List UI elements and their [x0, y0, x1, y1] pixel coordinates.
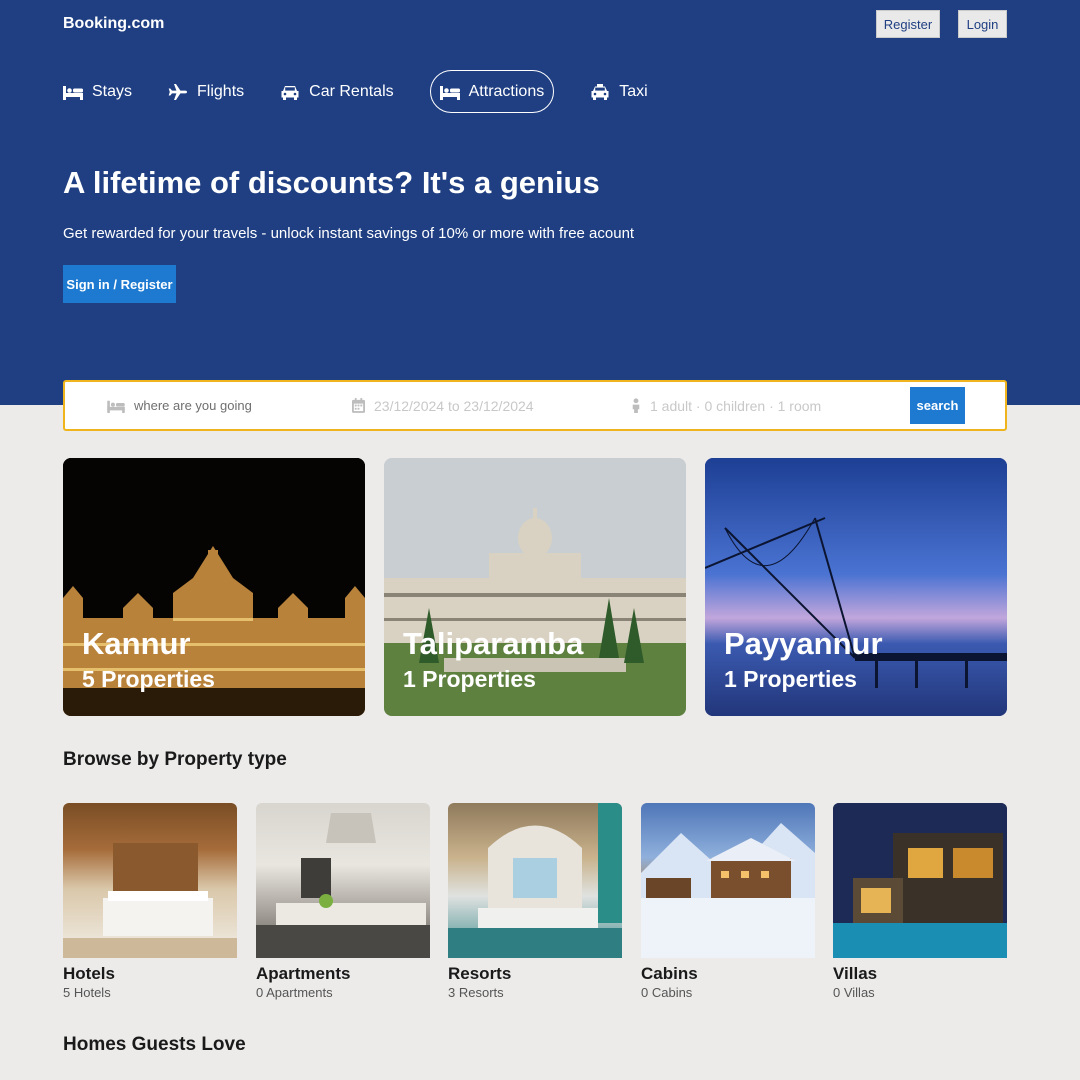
property-type-card[interactable]: Resorts 3 Resorts	[448, 803, 622, 1000]
register-button[interactable]: Register	[876, 10, 940, 38]
homes-guests-love-heading: Homes Guests Love	[63, 1034, 246, 1055]
car-icon	[281, 85, 299, 100]
nav-item-car-rentals[interactable]: Car Rentals	[280, 70, 394, 113]
villa-illustration	[833, 803, 1007, 958]
taxi-icon	[591, 83, 609, 100]
apartment-image	[256, 803, 430, 958]
featured-city-card[interactable]: Kannur 5 Properties	[63, 458, 365, 716]
date-range-field[interactable]: 23/12/2024 to 23/12/2024	[352, 382, 534, 429]
property-type-name: Villas	[833, 964, 878, 983]
login-button[interactable]: Login	[958, 10, 1007, 38]
nav-item-flights[interactable]: Flights	[168, 70, 244, 113]
nav-item-taxi[interactable]: Taxi	[590, 70, 648, 113]
property-type-card[interactable]: Cabins 0 Cabins	[641, 803, 815, 1000]
featured-city-count: 5 Properties	[82, 666, 215, 692]
destination-input[interactable]	[134, 398, 314, 413]
property-type-count: 3 Resorts	[448, 985, 504, 1000]
hero-banner: Booking.com Register Login Stays Flights…	[0, 0, 1080, 405]
property-type-count: 0 Apartments	[256, 985, 333, 1000]
featured-city-name: Payyannur	[724, 626, 883, 661]
search-bar: 23/12/2024 to 23/12/2024 1 adult · 0 chi…	[63, 380, 1007, 431]
nav-item-stays[interactable]: Stays	[63, 70, 132, 113]
property-type-card[interactable]: Hotels 5 Hotels	[63, 803, 237, 1000]
nav-item-label: Stays	[92, 82, 133, 100]
bed-icon	[63, 85, 83, 100]
person-icon	[632, 398, 640, 413]
property-type-name: Hotels	[63, 964, 115, 983]
villa-image	[833, 803, 1007, 958]
featured-city-name: Kannur	[82, 626, 191, 661]
property-type-count: 0 Cabins	[641, 985, 693, 1000]
property-type-name: Cabins	[641, 964, 698, 983]
hero-title: A lifetime of discounts? It's a genius	[63, 165, 600, 200]
bed-icon	[439, 85, 460, 100]
featured-city-count: 1 Properties	[724, 666, 857, 692]
bed-icon	[107, 400, 125, 413]
cabin-image	[641, 803, 815, 958]
main-nav: Stays Flights Car Rentals Attractions Ta…	[63, 70, 684, 113]
property-type-name: Apartments	[256, 964, 351, 983]
date-range-text: 23/12/2024 to 23/12/2024	[374, 397, 534, 414]
guest-options-text: 1 adult · 0 children · 1 room	[650, 397, 822, 414]
calendar-icon	[352, 398, 365, 413]
hotel-image	[63, 803, 237, 958]
bedroom-illustration	[63, 843, 237, 958]
featured-city-card[interactable]: Payyannur 1 Properties	[705, 458, 1007, 716]
guest-options-field[interactable]: 1 adult · 0 children · 1 room	[631, 382, 821, 429]
plane-icon	[168, 83, 188, 100]
featured-city-name: Taliparamba	[403, 626, 584, 661]
cabin-illustration	[641, 823, 815, 958]
destination-field[interactable]	[107, 382, 314, 429]
property-type-count: 5 Hotels	[63, 985, 111, 1000]
property-types-heading: Browse by Property type	[63, 749, 287, 770]
resort-image	[448, 803, 622, 958]
nav-item-label: Flights	[197, 82, 245, 100]
kitchen-illustration	[256, 813, 430, 958]
property-type-count: 0 Villas	[833, 985, 875, 1000]
nav-item-attractions[interactable]: Attractions	[429, 70, 555, 113]
sign-in-register-button[interactable]: Sign in / Register	[63, 265, 176, 303]
search-button[interactable]: search	[910, 387, 965, 424]
property-type-card[interactable]: Villas 0 Villas	[833, 803, 1007, 1000]
featured-city-card[interactable]: Taliparamba 1 Properties	[384, 458, 686, 716]
nav-item-label: Attractions	[468, 82, 545, 100]
resort-room-illustration	[448, 803, 622, 958]
property-type-name: Resorts	[448, 964, 512, 983]
nav-item-label: Taxi	[619, 82, 648, 100]
featured-city-count: 1 Properties	[403, 666, 536, 692]
property-type-card[interactable]: Apartments 0 Apartments	[256, 803, 430, 1000]
hero-subtitle: Get rewarded for your travels - unlock i…	[63, 225, 635, 242]
nav-item-label: Car Rentals	[309, 82, 394, 100]
brand-logo[interactable]: Booking.com	[63, 15, 164, 33]
